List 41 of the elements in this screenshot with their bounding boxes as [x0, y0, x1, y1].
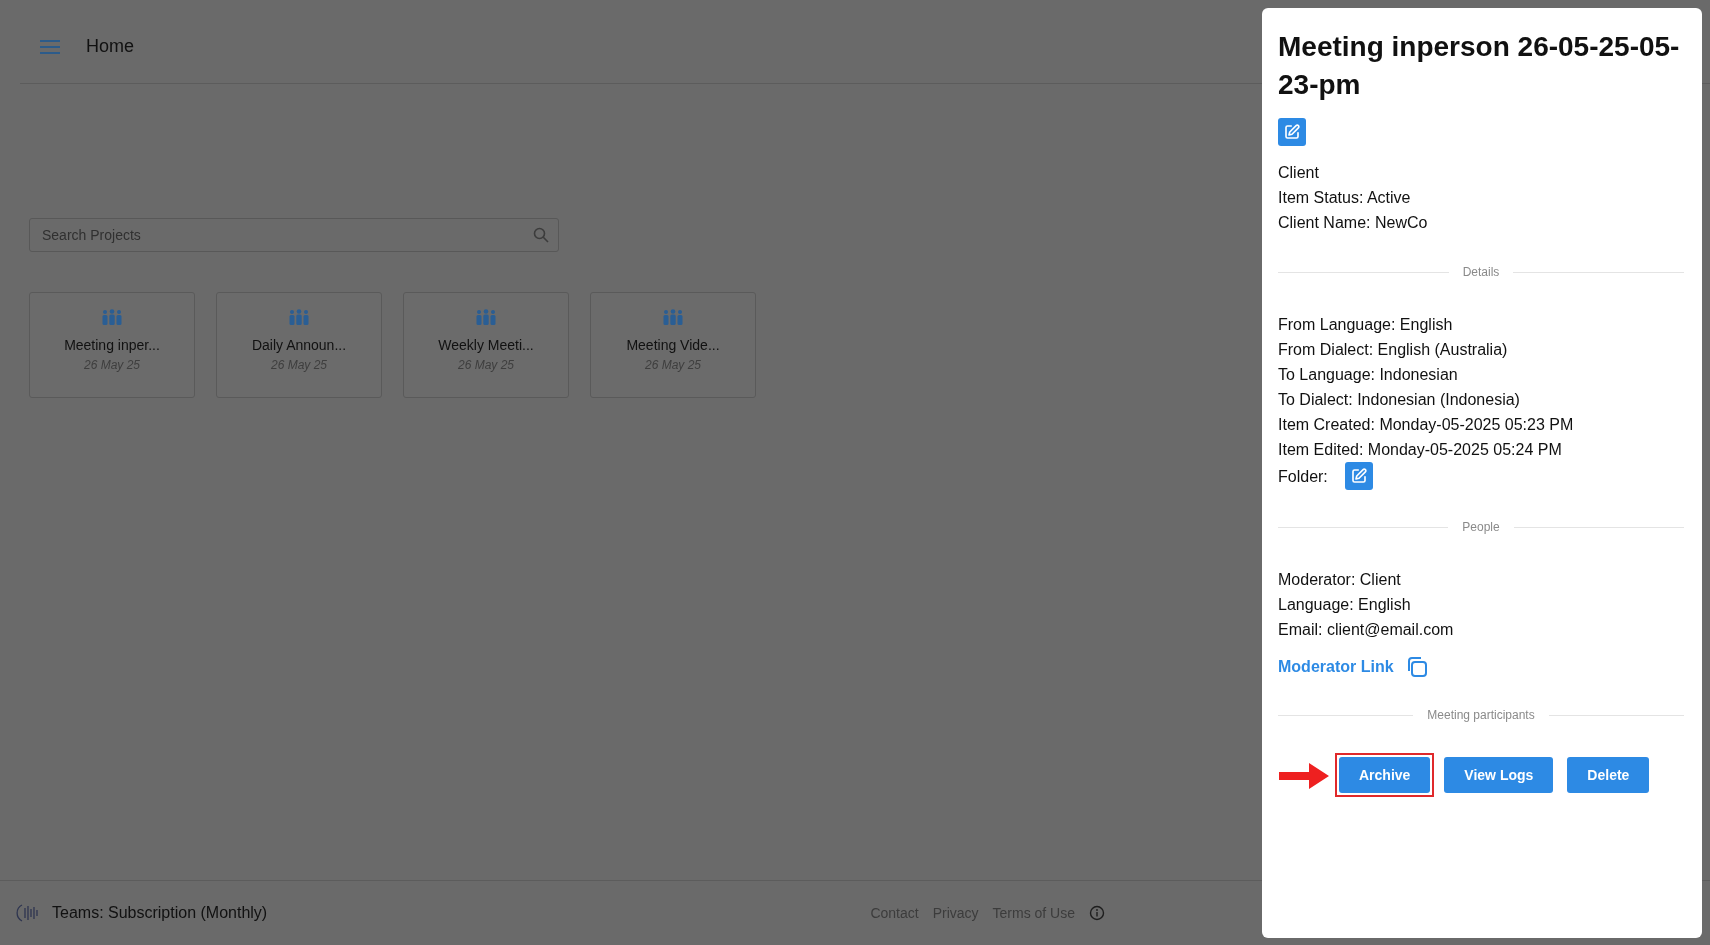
section-heading: Details: [1462, 265, 1500, 279]
edit-icon: [1283, 123, 1301, 141]
action-button[interactable]: Delete: [1567, 757, 1650, 793]
info-icon[interactable]: [1089, 905, 1105, 921]
copy-icon[interactable]: [1405, 656, 1428, 678]
subscription-label: Teams: Subscription (Monthly): [52, 904, 268, 922]
project-name: Daily Announ...: [251, 337, 347, 353]
info-line: From Language: English: [1278, 315, 1454, 335]
people-icon: [475, 309, 497, 325]
edit-icon: [1349, 467, 1368, 485]
info-line: From Dialect: English (Australia): [1278, 340, 1509, 360]
action-button[interactable]: Archive: [1339, 757, 1431, 793]
info-line: Item Status: Active: [1278, 188, 1412, 208]
moderator-link[interactable]: Moderator Link: [1278, 658, 1394, 676]
folder-label: Folder:: [1278, 466, 1328, 487]
info-line: To Dialect: Indonesian (Indonesia): [1278, 390, 1521, 410]
info-line: Item Created: Monday-05-2025 05:23 PM: [1278, 415, 1575, 435]
project-name: Meeting Vide...: [626, 337, 720, 353]
info-line: Email: client@email.com: [1278, 620, 1455, 640]
search-field[interactable]: Search Projects: [29, 218, 559, 252]
info-line: To Language: Indonesian: [1278, 365, 1459, 385]
section-heading: People: [1462, 520, 1500, 534]
info-line: Moderator: Client: [1278, 570, 1402, 590]
people-icon: [101, 309, 123, 325]
info-line: Client Name: NewCo: [1278, 213, 1429, 233]
edit-button[interactable]: [1278, 118, 1306, 146]
project-name: Weekly Meeti...: [438, 337, 534, 353]
info-line: Language: English: [1278, 595, 1412, 615]
people-icon: [662, 309, 684, 325]
item-title: Meeting inperson 26-05-25-05-23-pm: [1278, 30, 1681, 102]
section-heading: Meeting participants: [1427, 708, 1535, 722]
info-line: Client: [1278, 163, 1320, 183]
info-line: Item Edited: Monday-05-2025 05:24 PM: [1278, 440, 1563, 460]
logo-icon: [16, 902, 40, 924]
edit-button[interactable]: [1344, 462, 1373, 490]
action-button[interactable]: View Logs: [1444, 757, 1554, 793]
page-title: Home: [86, 36, 134, 57]
project-name: Meeting inper...: [64, 337, 160, 353]
search-icon[interactable]: [533, 227, 549, 243]
pointer-arrow: [1279, 761, 1331, 791]
people-icon: [288, 309, 310, 325]
